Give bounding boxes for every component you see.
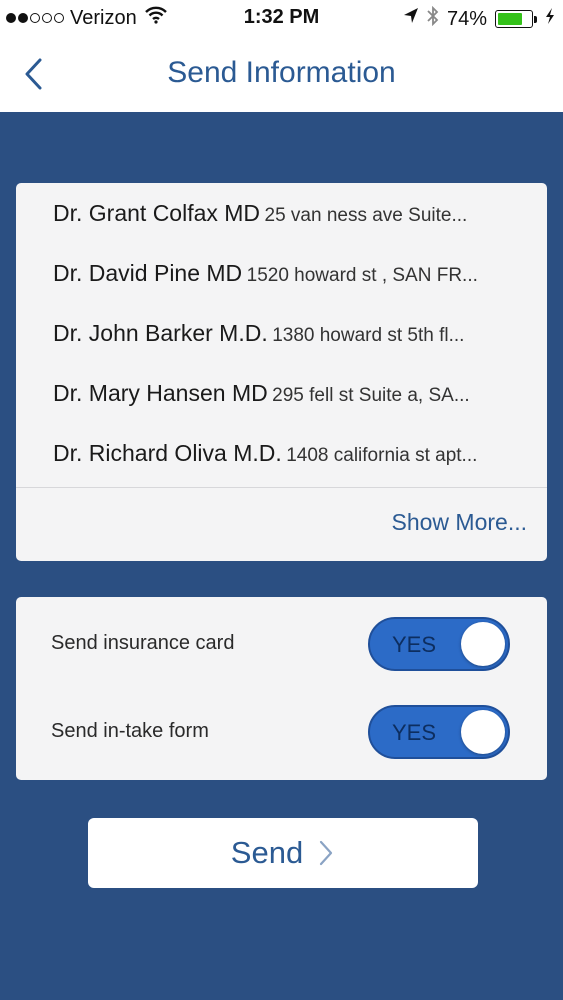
insurance-card-label: Send insurance card [51, 632, 235, 654]
show-more-link[interactable]: Show More... [392, 509, 528, 536]
doctor-list-item[interactable]: Dr. John Barker M.D. 1380 howard st 5th … [53, 320, 511, 360]
page-title: Send Information [167, 56, 396, 89]
battery-fill [498, 13, 522, 25]
insurance-card-toggle[interactable]: YES [368, 617, 510, 671]
nav-bar: Send Information [0, 36, 563, 112]
send-button[interactable]: Send [88, 818, 478, 888]
doctor-address: 1408 california st apt... [286, 445, 478, 466]
status-bar-right: 74% [403, 5, 555, 32]
doctor-name: Dr. Mary Hansen MD [53, 380, 268, 406]
doctor-address: 1380 howard st 5th fl... [272, 325, 465, 346]
doctors-list-card: Dr. Grant Colfax MD 25 van ness ave Suit… [16, 183, 547, 561]
doctor-list-item[interactable]: Dr. David Pine MD 1520 howard st , SAN F… [53, 260, 511, 300]
intake-form-label: Send in-take form [51, 720, 209, 742]
send-button-label: Send [230, 835, 304, 870]
battery-percent: 74% [446, 7, 487, 30]
doctor-name: Dr. Grant Colfax MD [53, 200, 261, 226]
location-arrow-icon [403, 7, 419, 31]
doctor-address: 25 van ness ave Suite... [264, 205, 468, 226]
toggle-state-label: YES [392, 720, 437, 745]
battery-tip [534, 15, 537, 23]
doctor-name: Dr. Richard Oliva M.D. [53, 440, 282, 466]
doctor-name: Dr. John Barker M.D. [53, 320, 268, 346]
intake-form-toggle[interactable]: YES [368, 705, 510, 759]
battery-icon [495, 10, 537, 28]
bluetooth-icon [427, 5, 439, 32]
toggle-state-label: YES [392, 632, 437, 657]
send-options-card: Send insurance card YES Send in-take for… [16, 597, 547, 780]
doctor-name: Dr. David Pine MD [53, 260, 243, 286]
doctor-list-item[interactable]: Dr. Grant Colfax MD 25 van ness ave Suit… [53, 200, 511, 240]
doctor-list-item[interactable]: Dr. Mary Hansen MD 295 fell st Suite a, … [53, 380, 511, 420]
chevron-right-icon [320, 840, 333, 866]
doctor-address: 1520 howard st , SAN FR... [246, 265, 478, 286]
toggle-knob [461, 710, 505, 754]
battery-body [495, 10, 533, 28]
doctor-list-item[interactable]: Dr. Richard Oliva M.D. 1408 california s… [53, 440, 511, 480]
status-bar: Verizon 1:32 PM 74% [0, 0, 563, 36]
doctor-address: 295 fell st Suite a, SA... [272, 385, 470, 406]
charging-bolt-icon [545, 7, 555, 31]
divider [16, 487, 547, 488]
toggle-knob [461, 622, 505, 666]
